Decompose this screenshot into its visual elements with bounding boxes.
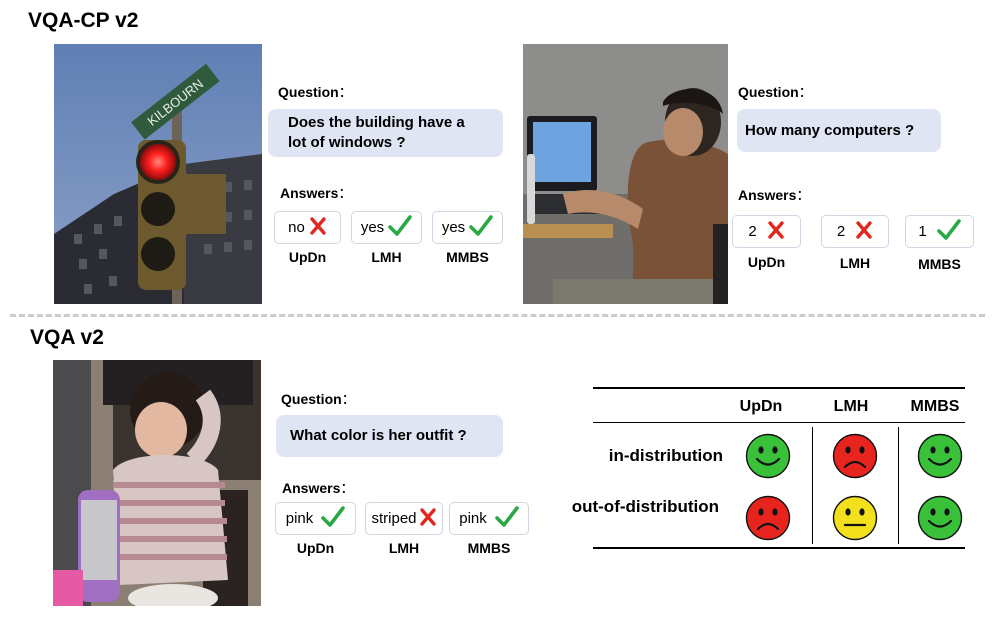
question-label: Question：	[738, 84, 813, 100]
table-column-divider	[812, 427, 813, 544]
answer-text: striped	[371, 510, 417, 527]
answer-text: pink	[285, 510, 314, 527]
answer-box: no	[274, 211, 341, 244]
model-label: MMBS	[446, 249, 489, 265]
row-label-in-distribution: in-distribution	[608, 446, 723, 465]
answer-box: 2	[821, 215, 889, 248]
section-title-vqa-cp-v2: VQA-CP v2	[28, 9, 139, 32]
model-label: MMBS	[467, 540, 511, 556]
answers-label: Answers：	[738, 187, 811, 203]
column-header-updn: UpDn	[739, 398, 783, 415]
answer-box: pink	[275, 502, 356, 535]
column-header-lmh: LMH	[833, 398, 869, 415]
check-icon	[388, 214, 412, 241]
row-label-out-of-distribution: out-of-distribution	[571, 497, 719, 516]
answer-box: 1	[905, 215, 974, 248]
answers-label: Answers：	[280, 185, 353, 201]
model-label: LMH	[839, 255, 871, 271]
child-photo	[53, 360, 261, 606]
question-bubble: What color is her outfit ?	[276, 415, 503, 457]
table-bottom-rule	[593, 547, 965, 549]
laptop-user-photo	[523, 44, 728, 304]
neutral-face-icon	[832, 495, 878, 546]
cross-icon	[309, 216, 327, 240]
answers-label: Answers：	[282, 480, 355, 496]
model-label: UpDn	[747, 254, 786, 270]
answer-text: pink	[459, 510, 487, 527]
question-label: Question：	[281, 391, 356, 407]
model-label: LMH	[388, 540, 420, 556]
table-column-divider	[898, 427, 899, 544]
cross-icon	[767, 220, 785, 244]
answer-text: 1	[918, 223, 927, 240]
check-icon	[936, 218, 961, 245]
question-label: Question：	[278, 84, 353, 100]
question-text: Does the building have a lot of windows …	[288, 114, 465, 151]
cross-icon	[855, 220, 873, 244]
happy-face-icon	[745, 433, 791, 484]
column-header-mmbs: MMBS	[910, 398, 960, 415]
check-icon	[469, 214, 493, 241]
answer-box: yes	[351, 211, 422, 244]
question-bubble: Does the building have a lot of windows …	[268, 109, 503, 157]
model-label: UpDn	[288, 249, 327, 265]
answer-box: 2	[732, 215, 801, 248]
question-text: How many computers ?	[745, 121, 915, 139]
traffic-light-photo: KILBOURN	[54, 44, 262, 304]
check-icon	[321, 505, 346, 532]
model-label: MMBS	[918, 256, 961, 272]
sad-face-icon	[745, 495, 791, 546]
answer-text: 2	[836, 223, 846, 240]
answer-box: striped	[365, 502, 443, 535]
answer-text: yes	[441, 219, 466, 236]
answer-text: no	[288, 219, 305, 236]
answer-text: yes	[360, 219, 385, 236]
model-label: LMH	[371, 249, 402, 265]
answer-text: 2	[748, 223, 757, 240]
section-title-vqa-v2: VQA v2	[30, 326, 104, 349]
question-bubble: How many computers ?	[737, 109, 941, 152]
question-text: What color is her outfit ?	[290, 427, 467, 444]
section-divider	[10, 314, 985, 317]
happy-face-icon	[917, 433, 963, 484]
answer-box: yes	[432, 211, 503, 244]
model-label: UpDn	[296, 540, 335, 556]
cross-icon	[419, 507, 437, 531]
table-top-rule	[593, 387, 965, 389]
answer-box: pink	[449, 502, 529, 535]
table-header-rule	[593, 422, 965, 423]
check-icon	[494, 505, 519, 532]
happy-face-icon	[917, 495, 963, 546]
sad-face-icon	[832, 433, 878, 484]
